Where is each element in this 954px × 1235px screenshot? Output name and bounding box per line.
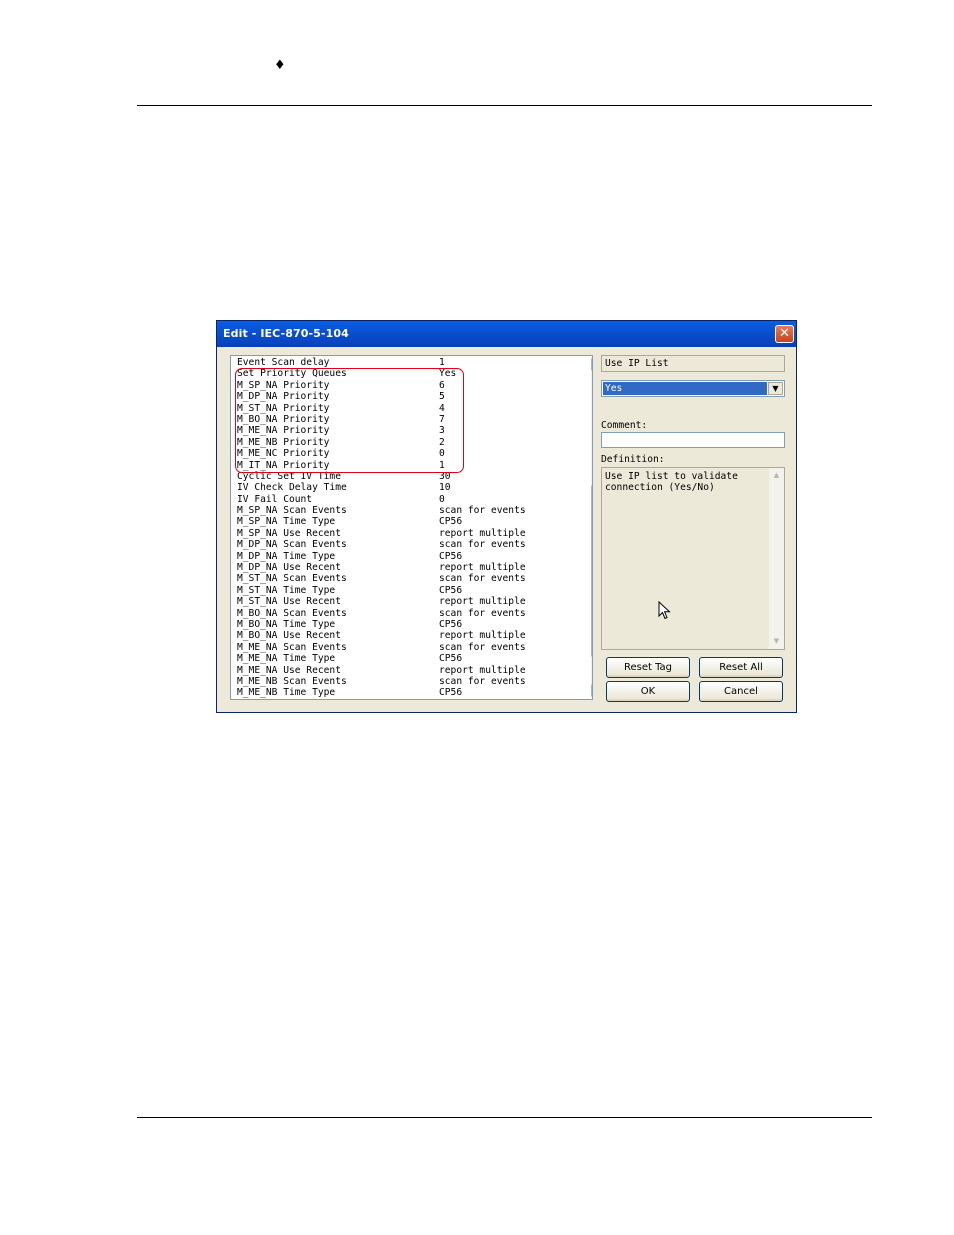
parameter-value: scan for events	[439, 573, 526, 585]
parameter-value: report multiple	[439, 562, 526, 574]
parameter-name: M_ST_NA Scan Events	[237, 573, 347, 585]
parameter-name: M_BO_NA Time Type	[237, 618, 336, 630]
selected-parameter-label: Use IP List	[605, 358, 669, 369]
edit-dialog: Edit - IEC-870-5-104 ✕ Event Scan delay 1…	[216, 320, 797, 713]
parameter-value: report multiple	[439, 596, 526, 608]
parameter-value: CP56	[439, 618, 463, 630]
value-select[interactable]: Yes ▼	[601, 380, 785, 397]
definition-box[interactable]: Use IP list to validate connection (Yes/…	[601, 467, 785, 650]
parameter-value: scan for events	[439, 539, 526, 551]
definition-label: Definition:	[601, 454, 665, 465]
cancel-button[interactable]: Cancel	[699, 681, 783, 702]
parameter-name: M_ME_NB Scan Events	[237, 675, 347, 687]
scroll-thumb[interactable]	[591, 485, 592, 657]
parameter-value: 1	[439, 357, 445, 368]
parameter-name: M_BO_NA Use Recent	[237, 630, 341, 642]
value-select-selected: Yes	[603, 382, 767, 395]
parameter-name: IV Fail Count	[237, 493, 313, 505]
parameter-value: report multiple	[439, 630, 526, 642]
parameter-value: 0	[439, 493, 445, 505]
reset-tag-button[interactable]: Reset Tag	[606, 657, 690, 678]
comment-label: Comment:	[601, 420, 648, 431]
parameter-value: CP56	[439, 653, 463, 665]
parameter-name: M_ME_NA Time Type	[237, 653, 336, 665]
dialog-titlebar[interactable]: Edit - IEC-870-5-104 ✕	[217, 321, 796, 347]
parameter-value: CP56	[439, 687, 463, 699]
parameter-name: M_DP_NA Use Recent	[237, 562, 341, 574]
parameter-name: M_ST_NA Time Type	[237, 584, 336, 596]
parameter-value: scan for events	[439, 505, 526, 517]
chevron-down-icon: ▼	[773, 637, 780, 645]
scroll-down-button[interactable]: ▼	[591, 684, 593, 697]
parameter-name: IV Check Delay Time	[237, 482, 347, 494]
ok-button[interactable]: OK	[606, 681, 690, 702]
parameter-name: M_ST_NA Use Recent	[237, 596, 341, 608]
parameter-value: report multiple	[439, 527, 526, 539]
parameter-value: 10	[439, 482, 451, 494]
chevron-down-icon: ▼	[772, 384, 779, 393]
chevron-up-icon: ▲	[592, 359, 593, 370]
parameter-name: M_BO_NA Scan Events	[237, 607, 347, 619]
scroll-up-button[interactable]: ▲	[591, 358, 593, 371]
parameter-value: CP56	[439, 550, 463, 562]
comment-field[interactable]	[601, 432, 785, 448]
parameter-list[interactable]: Event Scan delay 1 Set Priority Queues Yes M…	[230, 355, 593, 700]
parameter-name: Event Scan delay	[237, 357, 330, 368]
value-select-text: Yes	[605, 383, 623, 394]
close-icon: ✕	[779, 326, 790, 341]
parameter-name: M_ME_NA Scan Events	[237, 641, 347, 653]
list-scrollbar[interactable]: ▲ ▼	[591, 357, 593, 698]
parameter-value: scan for events	[439, 675, 526, 687]
dialog-title: Edit - IEC-870-5-104	[223, 327, 349, 340]
mouse-pointer-icon	[658, 601, 671, 620]
reset-all-button[interactable]: Reset All	[699, 657, 783, 678]
parameter-name: M_DP_NA Time Type	[237, 550, 336, 562]
parameter-name: M_ME_NA Use Recent	[237, 664, 341, 676]
definition-scrollbar[interactable]: ▲ ▼	[769, 468, 784, 649]
parameter-name: M_SP_NA Use Recent	[237, 527, 341, 539]
parameter-value: report multiple	[439, 664, 526, 676]
parameter-name: M_SP_NA Scan Events	[237, 505, 347, 517]
close-button[interactable]: ✕	[775, 325, 794, 343]
footer-rule	[137, 1117, 872, 1118]
parameter-value: CP56	[439, 584, 463, 596]
dropdown-button[interactable]: ▼	[768, 382, 783, 395]
parameter-value: CP56	[439, 516, 463, 528]
chevron-up-icon: ▲	[773, 471, 780, 479]
priority-highlight-box	[235, 368, 464, 473]
definition-text: Use IP list to validate connection (Yes/…	[605, 471, 738, 494]
selected-parameter-name: Use IP List	[601, 355, 785, 372]
parameter-name: M_SP_NA Time Type	[237, 516, 336, 528]
parameter-value: scan for events	[439, 641, 526, 653]
bullet-diamond: ♦	[274, 58, 286, 73]
parameter-name: M_DP_NA Scan Events	[237, 539, 347, 551]
parameter-name: M_ME_NB Time Type	[237, 687, 336, 699]
header-rule	[137, 105, 872, 106]
chevron-down-icon: ▼	[592, 685, 593, 696]
parameter-value: scan for events	[439, 607, 526, 619]
